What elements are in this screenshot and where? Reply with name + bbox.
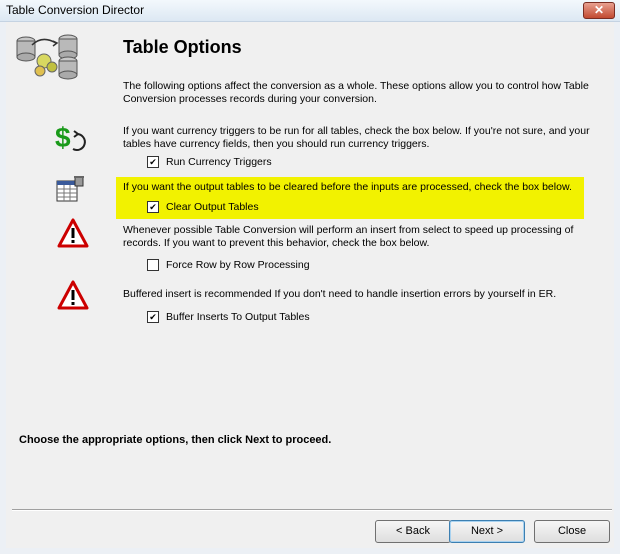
checkbox-label: Clear Output Tables [166,201,259,213]
insert-select-text: Whenever possible Table Conversion will … [123,224,574,249]
page-title: Table Options [123,37,242,57]
warning-icon [57,218,89,248]
warning-icon [57,280,89,310]
title-bar: Table Conversion Director ✕ [0,0,620,22]
checkbox-box[interactable] [147,156,159,168]
next-button[interactable]: Next > [449,520,525,543]
window-title: Table Conversion Director [6,3,145,17]
svg-text:$: $ [55,122,71,153]
clear-output-text: If you want the output tables to be clea… [123,181,572,193]
dollar-refresh-icon: $ [55,122,86,153]
intro-text: The following options affect the convers… [123,80,589,105]
buffer-inserts-checkbox[interactable]: Buffer Inserts To Output Tables [147,310,310,324]
table-trash-icon [56,176,84,202]
buffered-insert-text: Buffered insert is recommended If you do… [123,288,557,300]
currency-triggers-text: If you want currency triggers to be run … [123,125,590,150]
force-row-processing-checkbox[interactable]: Force Row by Row Processing [147,258,310,272]
run-currency-triggers-checkbox[interactable]: Run Currency Triggers [147,155,272,169]
checkbox-box[interactable] [147,201,159,213]
instruction-text: Choose the appropriate options, then cli… [19,434,332,446]
checkbox-label: Force Row by Row Processing [166,259,310,271]
close-button[interactable]: Close [534,520,610,543]
back-button[interactable]: < Back [375,520,451,543]
checkbox-label: Run Currency Triggers [166,156,272,168]
checkbox-box[interactable] [147,311,159,323]
database-conversion-icon [16,34,78,80]
divider [12,509,612,511]
window-close-button[interactable]: ✕ [583,2,615,19]
clear-output-tables-checkbox[interactable]: Clear Output Tables [147,200,259,214]
checkbox-label: Buffer Inserts To Output Tables [166,311,310,323]
checkbox-box[interactable] [147,259,159,271]
wizard-panel: Table Options The following options affe… [6,22,614,548]
